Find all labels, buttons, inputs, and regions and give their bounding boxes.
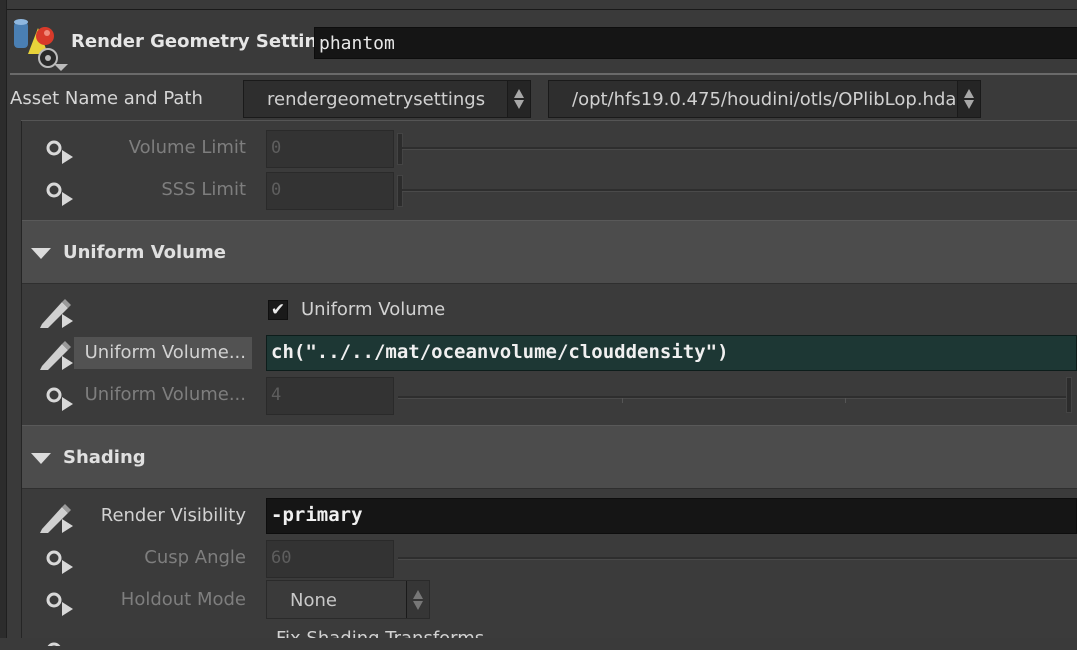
shading-section-header[interactable]: Shading [22,425,1077,489]
uniform-volume-section-title: Uniform Volume [63,242,226,263]
header-divider [10,73,1077,75]
sss-limit-field[interactable]: 0 [266,172,394,210]
updown-arrows-icon [406,581,429,618]
slider-tick [845,398,846,403]
uniform-volume-density-field[interactable]: ch("../../mat/oceanvolume/clouddensity") [266,335,1077,371]
asset-path-dropdown[interactable]: /opt/hfs19.0.475/houdini/otls/OPlibLop.h… [548,80,981,118]
updown-arrows-icon [507,81,530,117]
node-name-field[interactable]: phantom [314,27,1077,59]
cusp-angle-label: Cusp Angle [144,547,246,568]
uniform-volume-checkbox-label: Uniform Volume [301,299,446,320]
volume-limit-field[interactable]: 0 [266,130,394,168]
uniform-volume-density-label: Uniform Volume... [84,342,246,363]
render-visibility-field[interactable]: -primary [266,498,1077,534]
panel-divider [21,120,1077,121]
render-visibility-label: Render Visibility [100,505,246,526]
cusp-angle-field[interactable]: 60 [266,540,394,578]
pin-icon[interactable] [44,631,74,650]
uniform-volume-samples-label: Uniform Volume... [84,384,246,405]
asset-name-dropdown[interactable]: rendergeometrysettings [243,80,531,118]
updown-arrows-icon [957,81,980,117]
sss-limit-slider[interactable] [402,189,1077,192]
node-type-title: Render Geometry Settings [71,31,341,52]
holdout-mode-value: None [290,590,337,611]
shading-section-title: Shading [63,447,146,468]
holdout-mode-label: Holdout Mode [120,589,246,610]
fix-shading-transforms-label: Fix Shading Transforms [276,628,484,638]
pin-icon[interactable] [44,384,74,418]
render-geometry-settings-icon [12,14,70,72]
uniform-volume-samples-slider-handle[interactable] [1066,377,1072,413]
collapse-triangle-icon [31,248,51,259]
sss-limit-label: SSS Limit [161,179,246,200]
uniform-volume-checkbox[interactable]: ✔ [268,300,288,320]
slider-tick [622,398,623,403]
cusp-angle-slider[interactable] [398,557,1077,560]
pin-icon[interactable] [44,589,74,623]
uniform-volume-samples-field[interactable]: 4 [266,377,394,415]
collapse-triangle-icon [31,453,51,464]
pencil-icon[interactable] [38,338,74,376]
pin-icon[interactable] [44,137,74,171]
asset-name-path-label: Asset Name and Path [10,88,203,109]
window-top-edge [0,0,1077,10]
pencil-icon[interactable] [38,296,74,334]
window-left-edge [0,0,7,638]
pin-icon[interactable] [44,547,74,581]
asset-path-value: /opt/hfs19.0.475/houdini/otls/OPlibLop.h… [572,89,957,110]
holdout-mode-dropdown[interactable]: None [266,580,430,619]
pencil-icon[interactable] [38,501,74,539]
volume-limit-slider[interactable] [402,147,1077,150]
uniform-volume-section-header[interactable]: Uniform Volume [22,220,1077,284]
uniform-volume-samples-slider[interactable] [398,396,1070,399]
volume-limit-label: Volume Limit [128,137,246,158]
pin-icon[interactable] [44,179,74,213]
asset-name-value: rendergeometrysettings [267,89,486,110]
